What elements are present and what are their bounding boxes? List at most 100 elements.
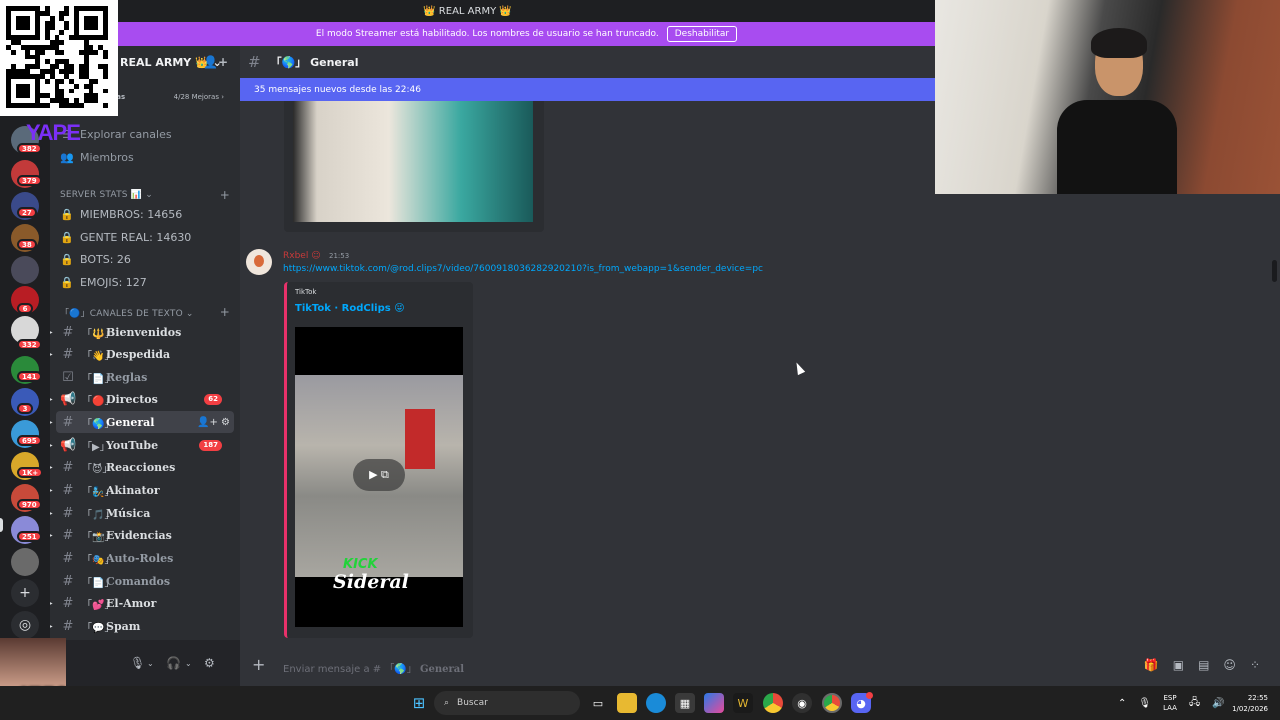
gift-icon[interactable]: 🎁 bbox=[1144, 658, 1159, 672]
message-link[interactable]: https://www.tiktok.com/@rod.clips7/video… bbox=[283, 264, 763, 274]
disable-streamer-button[interactable]: Deshabilitar bbox=[666, 26, 738, 42]
windows-taskbar: ⊞ ⌕ Buscar ▭ ▦ W ◉ ◕ ⌃ 🎙 ESP LAA 🖧 🔊 22:… bbox=[0, 686, 1280, 720]
embed-title[interactable]: TikTok · RodClips 😜 bbox=[295, 303, 405, 314]
stat-channel[interactable]: 🔒 MIEMBROS: 14656 bbox=[56, 203, 234, 225]
language-indicator[interactable]: ESP LAA bbox=[1163, 693, 1177, 713]
gif-icon[interactable]: ▣ bbox=[1173, 658, 1184, 672]
channel-emoji: 「😈」 bbox=[82, 463, 113, 475]
streamer-body bbox=[1057, 100, 1177, 194]
channel-general[interactable]: ▶ # 「🌎」 General 👤+ ⚙ bbox=[50, 411, 234, 433]
new-messages-banner[interactable]: 35 mensajes nuevos desde las 22:46 bbox=[240, 78, 935, 101]
channel-emoji: 「🎵」 bbox=[82, 509, 115, 521]
category-text-channels[interactable]: 「🔵」CANALES DE TEXTO ⌄ + bbox=[58, 305, 234, 319]
channel-settings-icon[interactable]: 👤+ ⚙ bbox=[197, 417, 230, 428]
add-channel-icon[interactable]: + bbox=[220, 305, 230, 319]
channel-auto-roles[interactable]: # 「🎭」 Auto-Roles bbox=[56, 547, 234, 569]
headphones-icon[interactable]: 🎧 bbox=[166, 656, 181, 670]
channel-reglas[interactable]: ☑ 「📄」 Reglas bbox=[56, 366, 234, 388]
stat-channel[interactable]: 🔒 BOTS: 26 bbox=[56, 248, 234, 270]
channel-name: Spam bbox=[106, 619, 141, 633]
edge-icon[interactable] bbox=[646, 693, 666, 713]
avatar[interactable] bbox=[246, 249, 272, 275]
stat-channel[interactable]: 🔒 EMOJIS: 127 bbox=[56, 271, 234, 293]
embed-video[interactable]: ▶ ⧉ KICK Sideral bbox=[295, 327, 463, 627]
video-scene-detail bbox=[405, 409, 435, 469]
add-server-icon[interactable]: + bbox=[11, 579, 39, 607]
unread-arrow-icon: ▶ bbox=[50, 463, 53, 471]
channel-directos[interactable]: ▶ 📢 「🔴」 Directos 62 bbox=[50, 388, 234, 410]
channel-name: Bienvenidos bbox=[106, 325, 182, 339]
unread-arrow-icon: ▶ bbox=[50, 395, 53, 403]
chevron-down-icon[interactable]: ⌄ bbox=[185, 659, 192, 668]
streamer-mode-banner: El modo Streamer está habilitado. Los no… bbox=[118, 22, 935, 46]
hash-icon: # bbox=[62, 346, 74, 362]
explore-channels[interactable]: ☰ Explorar canales bbox=[56, 123, 234, 145]
file-explorer-icon[interactable] bbox=[617, 693, 637, 713]
channel-name: Directos bbox=[106, 392, 158, 406]
store-icon[interactable]: ▦ bbox=[675, 693, 695, 713]
sticker-icon[interactable]: ▤ bbox=[1198, 658, 1209, 672]
channel-akinator[interactable]: ▶ # 「🧞」 Akinator bbox=[50, 479, 234, 501]
network-icon[interactable]: 🖧 bbox=[1189, 695, 1200, 712]
category-server-stats[interactable]: SERVER STATS 📊 ⌄ + bbox=[58, 188, 234, 202]
play-icon[interactable]: ▶ ⧉ bbox=[353, 459, 405, 491]
server-icon[interactable] bbox=[11, 548, 39, 576]
channel-evidencias[interactable]: ▶ # 「📸」 Evidencias bbox=[50, 524, 234, 546]
user-panel: 🎙 ⌄ 🎧 ⌄ ⚙ bbox=[50, 640, 240, 686]
taskbar-search[interactable]: ⌕ Buscar bbox=[434, 691, 580, 715]
tray-chevron-icon[interactable]: ⌃ bbox=[1118, 698, 1126, 709]
chevron-down-icon[interactable]: ⌄ bbox=[147, 659, 154, 668]
channel-spam[interactable]: ▶ # 「💬」 Spam bbox=[50, 615, 234, 637]
task-view-icon[interactable]: ▭ bbox=[588, 693, 608, 713]
message-timestamp: 21:53 bbox=[329, 252, 350, 260]
channel-musica[interactable]: ▶ # 「🎵」 Música bbox=[50, 502, 234, 524]
yape-logo: YAPE bbox=[26, 120, 81, 145]
chrome-profile-icon[interactable] bbox=[822, 693, 842, 713]
channel-youtube[interactable]: ▶ 📢 「▶」 YouTube 187 bbox=[50, 434, 234, 456]
server-badge: 695 bbox=[17, 435, 42, 446]
add-channel-icon[interactable]: + bbox=[220, 188, 230, 202]
discover-icon[interactable]: ◎ bbox=[11, 611, 39, 639]
lock-icon: 🔒 bbox=[60, 275, 74, 289]
mention-badge: 187 bbox=[199, 439, 222, 451]
apps-icon[interactable]: ⁘ bbox=[1250, 658, 1260, 672]
obs-icon[interactable]: ◉ bbox=[792, 693, 812, 713]
unread-pill bbox=[0, 518, 3, 532]
channel-name: El-Amor bbox=[106, 596, 157, 610]
members-item[interactable]: 👥 Miembros bbox=[56, 146, 234, 168]
video-thumbnail[interactable] bbox=[293, 101, 533, 222]
scrollbar[interactable] bbox=[1272, 260, 1277, 282]
microphone-tray-icon[interactable]: 🎙 bbox=[1138, 698, 1151, 709]
attach-plus-icon[interactable]: + bbox=[252, 655, 265, 674]
channel-reacciones[interactable]: ▶ # 「😈」 Reacciones bbox=[50, 456, 234, 478]
server-icon[interactable] bbox=[11, 256, 39, 284]
channel-emoji: 「🎭」 bbox=[82, 554, 115, 566]
channel-emoji: 「🔱」 bbox=[82, 328, 115, 340]
message-author[interactable]: Rxbel ☺ bbox=[283, 251, 321, 261]
channel-comandos[interactable]: # 「📄」 Comandos bbox=[56, 570, 234, 592]
copilot-icon[interactable] bbox=[704, 693, 724, 713]
server-badge: 3 bbox=[17, 403, 33, 414]
stat-channel[interactable]: 🔒 GENTE REAL: 14630 bbox=[56, 226, 234, 248]
server-badge: 251 bbox=[17, 531, 42, 542]
channel-despedida[interactable]: ▶ # 「👋」 Despedida bbox=[50, 343, 234, 365]
windows-start-icon[interactable]: ⊞ bbox=[409, 693, 429, 713]
microphone-icon[interactable]: 🎙 bbox=[130, 656, 145, 670]
hash-icon: # bbox=[62, 459, 74, 475]
lang-top: ESP bbox=[1163, 694, 1177, 702]
taskbar-clock[interactable]: 22:55 1/02/2026 bbox=[1226, 693, 1268, 715]
hash-icon: # bbox=[62, 550, 74, 566]
invite-icon[interactable]: 👤+ bbox=[203, 55, 228, 69]
chrome-icon[interactable] bbox=[763, 693, 783, 713]
emoji-icon[interactable]: ☺ bbox=[1223, 658, 1236, 672]
channel-bienvenidos[interactable]: ▶ # 「🔱」 Bienvenidos bbox=[50, 321, 234, 343]
settings-gear-icon[interactable]: ⚙ bbox=[204, 656, 215, 670]
channel-emoji: 「🔴」 bbox=[82, 395, 115, 407]
video-logo-bottom: Sideral bbox=[333, 571, 409, 593]
app-w-icon[interactable]: W bbox=[733, 693, 753, 713]
channel-el-amor[interactable]: ▶ # 「💕」 El-Amor bbox=[50, 592, 234, 614]
message-input[interactable]: Enviar mensaje a # 「🌎」 General bbox=[283, 660, 464, 675]
hash-icon: # bbox=[62, 482, 74, 498]
volume-icon[interactable]: 🔊 bbox=[1212, 698, 1224, 709]
hash-icon: # bbox=[62, 618, 74, 634]
